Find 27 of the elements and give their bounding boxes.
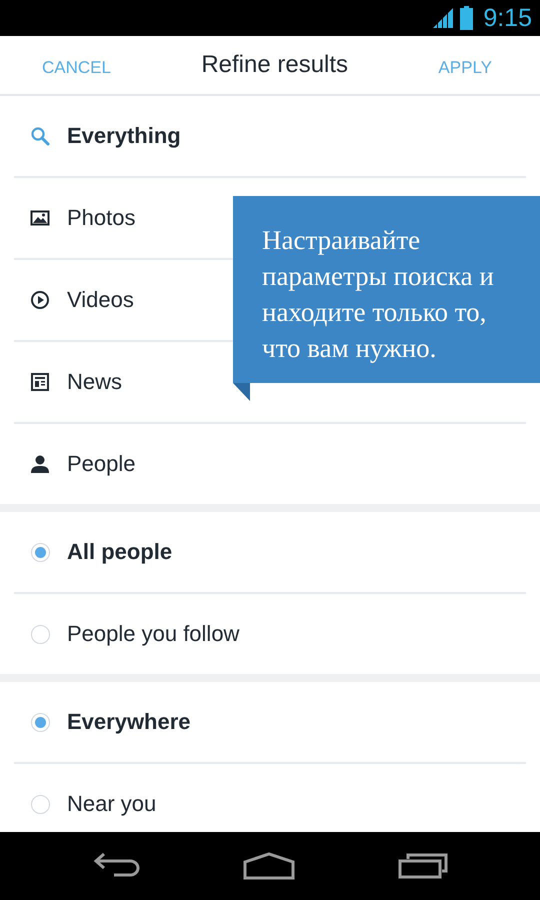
clock-time: 9:15: [483, 4, 532, 32]
option-label: All people: [67, 539, 172, 565]
newspaper-icon: [30, 372, 50, 392]
callout-text: Настраивайте параметры поиска и находите только то, что вам нужно.: [262, 224, 494, 365]
option-label: Everywhere: [67, 709, 191, 735]
battery-icon: [460, 6, 474, 30]
radio-button[interactable]: [31, 712, 50, 732]
radio-button[interactable]: [31, 542, 50, 562]
back-icon[interactable]: [92, 853, 140, 879]
option-label[interactable]: People: [67, 451, 136, 477]
recent-apps-icon[interactable]: [398, 853, 448, 879]
option-label[interactable]: Photos: [67, 205, 136, 231]
person-icon: [30, 454, 50, 474]
option-label: Near you: [67, 791, 156, 817]
option-label: People you follow: [67, 621, 240, 647]
search-icon: [30, 126, 50, 146]
option-label[interactable]: Videos: [67, 287, 134, 313]
screen-title: Refine results: [201, 51, 348, 79]
option-label[interactable]: News: [67, 369, 122, 395]
radio-button[interactable]: [31, 624, 50, 644]
option-label[interactable]: Everything: [67, 123, 181, 149]
play-icon: [30, 290, 50, 310]
radio-button[interactable]: [31, 794, 50, 814]
image-icon: [30, 208, 50, 228]
home-icon[interactable]: [242, 852, 295, 880]
callout-fold-icon: [233, 383, 250, 401]
signal-icon: [433, 8, 454, 28]
